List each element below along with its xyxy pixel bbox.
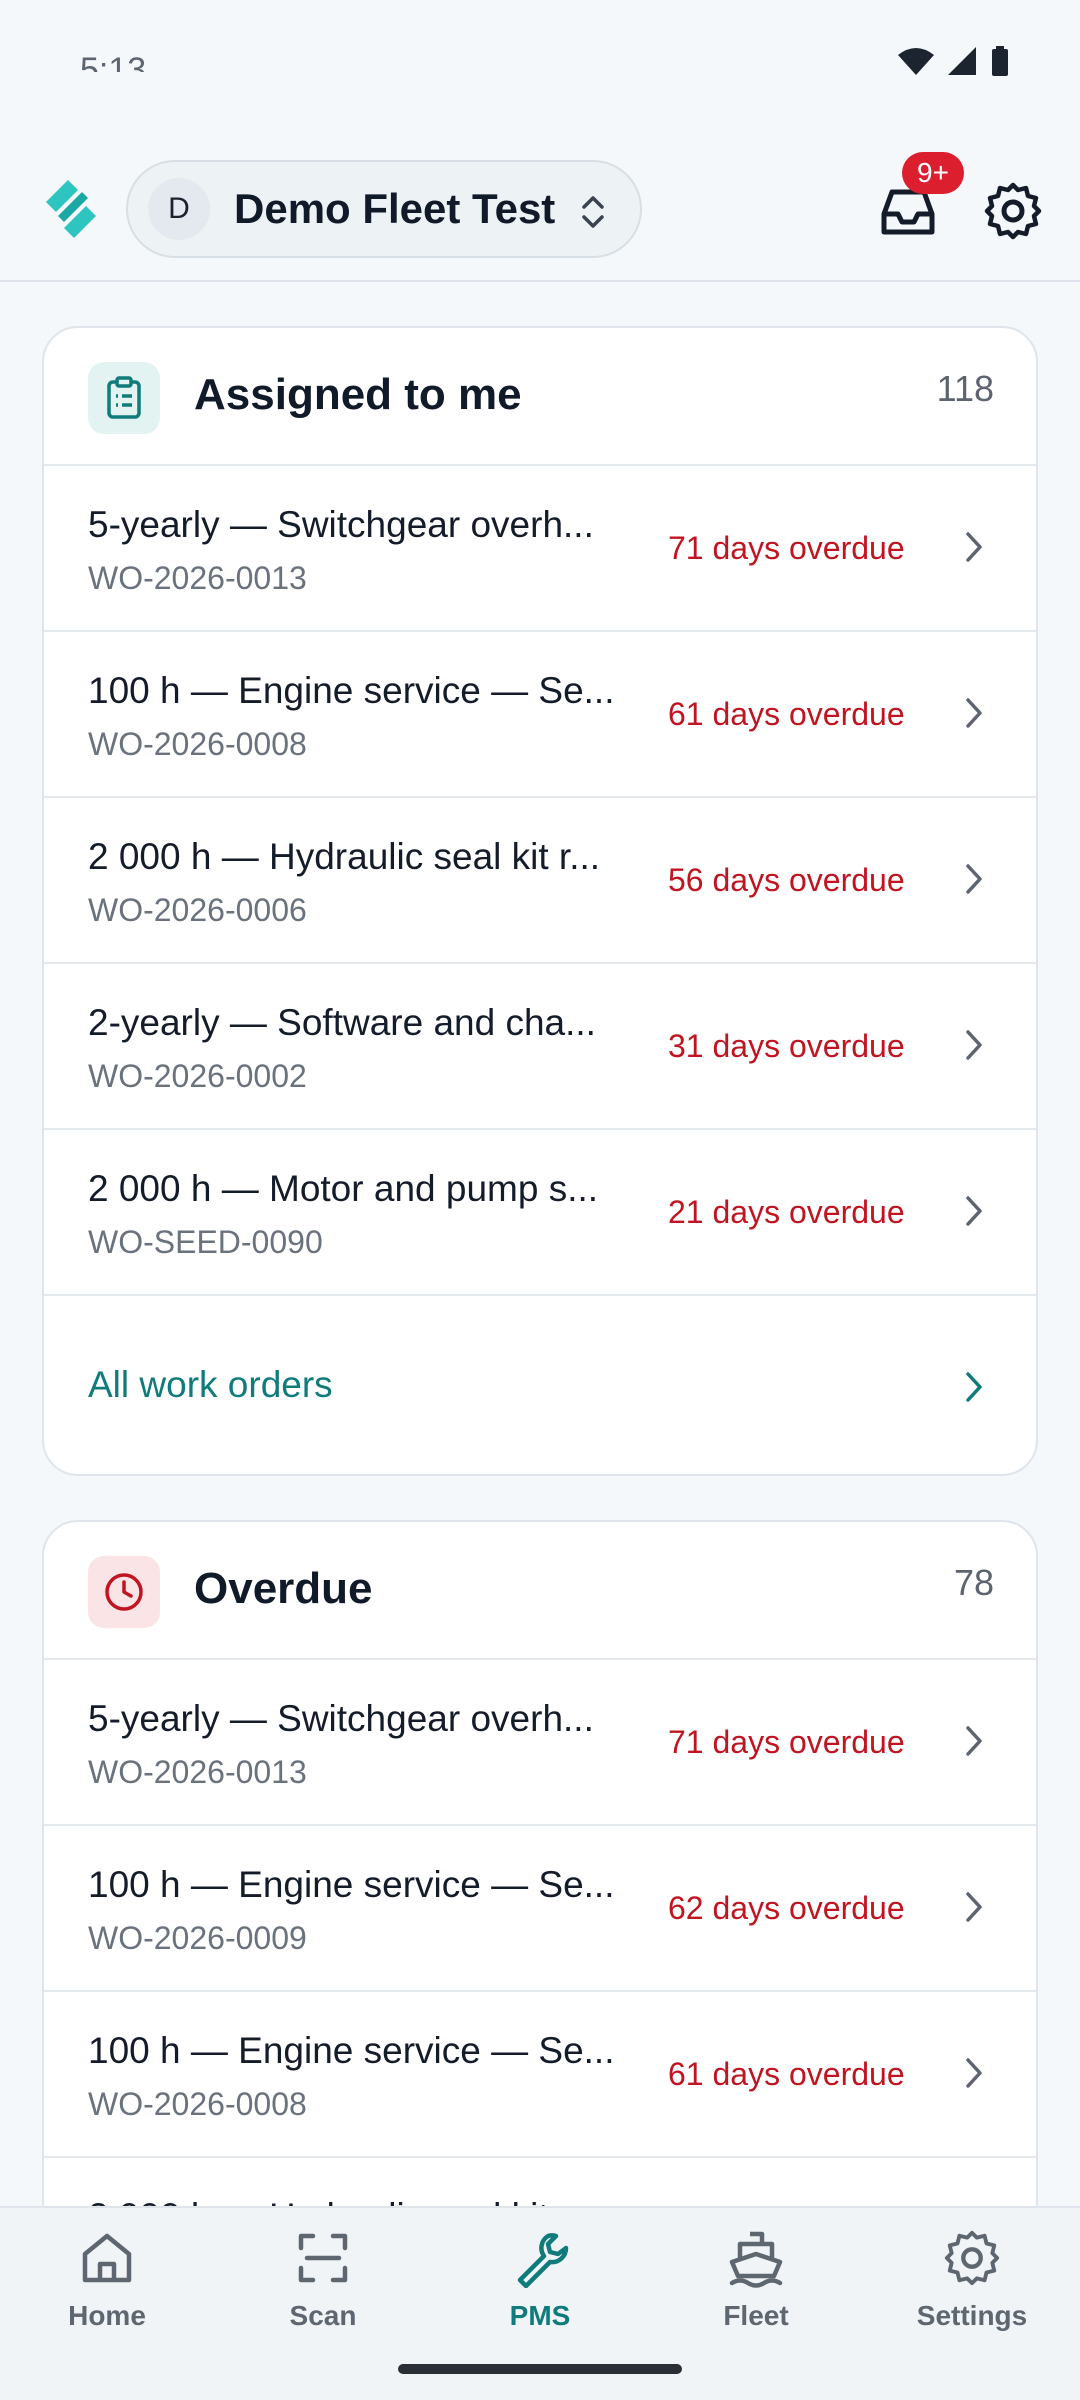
work-order-title: 100 h — Engine service — Se... — [88, 670, 615, 711]
fleet-avatar: D — [148, 178, 210, 240]
status-time: 5:13 — [80, 51, 147, 72]
app-header: D Demo Fleet Test 9+ — [0, 140, 1080, 282]
status-icons — [898, 46, 1010, 76]
work-order-id: WO-2026-0006 — [88, 892, 307, 928]
nav-scan[interactable]: Scan — [233, 2228, 413, 2332]
work-order-status: 61 days overdue — [668, 2056, 905, 2092]
gear-icon — [944, 2230, 1000, 2286]
chevron-right-icon — [966, 1196, 982, 1226]
work-order-row[interactable]: 100 h — Engine service — Se... WO-2026-0… — [44, 1992, 1036, 2158]
work-order-row[interactable]: 100 h — Engine service — Se... WO-2026-0… — [44, 1826, 1036, 1992]
battery-icon — [992, 46, 1008, 76]
fleet-selector[interactable]: D Demo Fleet Test — [126, 160, 642, 258]
clock-icon — [88, 1556, 160, 1628]
assigned-card-count: 118 — [936, 368, 994, 409]
nav-pms-label: PMS — [509, 2300, 571, 2331]
chevron-right-icon — [966, 1030, 982, 1060]
work-order-status: 21 days overdue — [668, 1194, 905, 1230]
wifi-icon — [898, 48, 934, 75]
work-order-row[interactable]: 2-yearly — Software and cha... WO-2026-0… — [44, 964, 1036, 1130]
work-order-row[interactable]: 5-yearly — Switchgear overh... WO-2026-0… — [44, 466, 1036, 632]
chevron-right-icon — [966, 1372, 982, 1402]
inbox-badge: 9+ — [902, 152, 964, 194]
overdue-card-title: Overdue — [194, 1564, 373, 1613]
work-order-title: 2-yearly — Software and cha... — [88, 1002, 596, 1043]
overdue-card-header: Overdue 78 — [44, 1522, 1036, 1660]
clipboard-icon — [88, 362, 160, 434]
app-logo-icon[interactable] — [38, 176, 104, 242]
work-order-status: 62 days overdue — [668, 1890, 905, 1926]
fleet-name: Demo Fleet Test — [234, 185, 556, 232]
work-order-row[interactable]: 2 000 h — Hydraulic seal kit r... WO-202… — [44, 798, 1036, 964]
work-order-title: 5-yearly — Switchgear overh... — [88, 504, 594, 545]
work-order-id: WO-2026-0009 — [88, 1920, 307, 1956]
signal-icon — [948, 47, 976, 75]
home-icon — [82, 2233, 132, 2283]
work-order-id: WO-2026-0013 — [88, 1754, 307, 1790]
work-order-id: WO-2026-0008 — [88, 2086, 307, 2122]
work-order-status: 56 days overdue — [668, 862, 905, 898]
work-order-status: 71 days overdue — [668, 1724, 905, 1760]
work-order-title: 2 000 h — Motor and pump s... — [88, 1168, 599, 1209]
status-bar: 5:13 — [0, 0, 1080, 130]
work-order-id: WO-2026-0008 — [88, 726, 307, 762]
scan-icon — [298, 2233, 348, 2283]
all-work-orders-label: All work orders — [88, 1364, 333, 1405]
chevron-right-icon — [966, 1726, 982, 1756]
work-order-status: 31 days overdue — [668, 1028, 905, 1064]
assigned-card-header: Assigned to me 118 — [44, 328, 1036, 466]
all-work-orders-link[interactable]: All work orders — [44, 1296, 1036, 1474]
nav-settings[interactable]: Settings — [882, 2228, 1062, 2332]
wrench-icon — [517, 2233, 569, 2288]
work-order-status: 71 days overdue — [668, 530, 905, 566]
chevron-right-icon — [966, 864, 982, 894]
nav-pms[interactable]: PMS — [450, 2228, 630, 2332]
nav-home-label: Home — [68, 2300, 146, 2331]
chevron-up-down-icon — [582, 196, 604, 228]
work-order-status: 61 days overdue — [668, 696, 905, 732]
work-order-row[interactable]: 2 000 h — Motor and pump s... WO-SEED-00… — [44, 1130, 1036, 1296]
chevron-right-icon — [966, 1892, 982, 1922]
work-order-id: WO-2026-0013 — [88, 560, 307, 596]
work-order-id: WO-2026-0002 — [88, 1058, 307, 1094]
work-order-row[interactable]: 100 h — Engine service — Se... WO-2026-0… — [44, 632, 1036, 798]
work-order-title: 100 h — Engine service — Se... — [88, 1864, 615, 1905]
ship-icon — [729, 2231, 783, 2288]
work-order-id: WO-SEED-0090 — [88, 1224, 323, 1260]
nav-scan-label: Scan — [289, 2300, 357, 2331]
home-indicator[interactable] — [398, 2364, 682, 2374]
assigned-card-title: Assigned to me — [194, 370, 522, 419]
settings-gear-icon[interactable] — [982, 180, 1044, 242]
nav-fleet[interactable]: Fleet — [666, 2228, 846, 2332]
work-order-title: 100 h — Engine service — Se... — [88, 2030, 615, 2071]
overdue-card-count: 78 — [953, 1562, 994, 1603]
assigned-card: Assigned to me 118 5-yearly — Switchgear… — [42, 326, 1038, 1476]
chevron-right-icon — [966, 532, 982, 562]
work-order-row[interactable]: 5-yearly — Switchgear overh... WO-2026-0… — [44, 1660, 1036, 1826]
chevron-right-icon — [966, 698, 982, 728]
work-order-title: 5-yearly — Switchgear overh... — [88, 1698, 594, 1739]
chevron-right-icon — [966, 2058, 982, 2088]
overdue-card: Overdue 78 5-yearly — Switchgear overh..… — [42, 1520, 1038, 2280]
work-order-title: 2 000 h — Hydraulic seal kit r... — [88, 836, 601, 877]
nav-settings-label: Settings — [916, 2300, 1028, 2331]
nav-fleet-label: Fleet — [723, 2300, 789, 2331]
nav-home[interactable]: Home — [17, 2228, 197, 2332]
